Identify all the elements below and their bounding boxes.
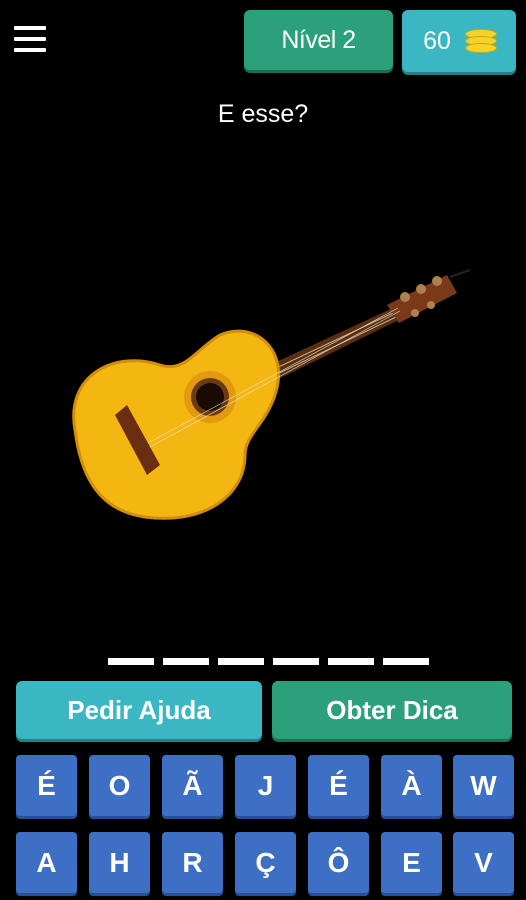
help-label: Pedir Ajuda (67, 694, 211, 725)
letter-key[interactable]: Ç (235, 832, 296, 893)
answer-slot (273, 658, 319, 665)
letter-key[interactable]: É (308, 755, 369, 816)
level-button[interactable]: Nível 2 (244, 10, 393, 70)
menu-icon[interactable] (14, 26, 46, 52)
letter-key[interactable]: Ô (308, 832, 369, 893)
coins-count: 60 (423, 26, 451, 55)
question-text: E esse? (217, 100, 309, 128)
hint-button[interactable]: Obter Dica (272, 681, 512, 739)
answer-slot (108, 658, 154, 665)
letter-key[interactable]: R (162, 832, 223, 893)
letter-key[interactable]: O (89, 755, 150, 816)
answer-slot (383, 658, 429, 665)
letter-key[interactable]: H (89, 832, 150, 893)
answer-slot (163, 658, 209, 665)
guitar-image (72, 269, 471, 520)
letter-key[interactable]: W (453, 755, 514, 816)
letter-key[interactable]: É (16, 755, 77, 816)
help-button[interactable]: Pedir Ajuda (16, 681, 262, 739)
coins-button[interactable]: 60 (402, 10, 516, 72)
answer-slots (108, 658, 429, 665)
answer-slot (218, 658, 264, 665)
letter-key[interactable]: A (16, 832, 77, 893)
letter-key[interactable]: E (381, 832, 442, 893)
letter-key[interactable]: V (453, 832, 514, 893)
level-label: Nível 2 (281, 25, 356, 54)
letter-key[interactable]: J (235, 755, 296, 816)
coins-icon (464, 29, 497, 53)
hint-label: Obter Dica (326, 694, 458, 725)
letter-key[interactable]: À (381, 755, 442, 816)
letter-key[interactable]: Ã (162, 755, 223, 816)
answer-slot (328, 658, 374, 665)
